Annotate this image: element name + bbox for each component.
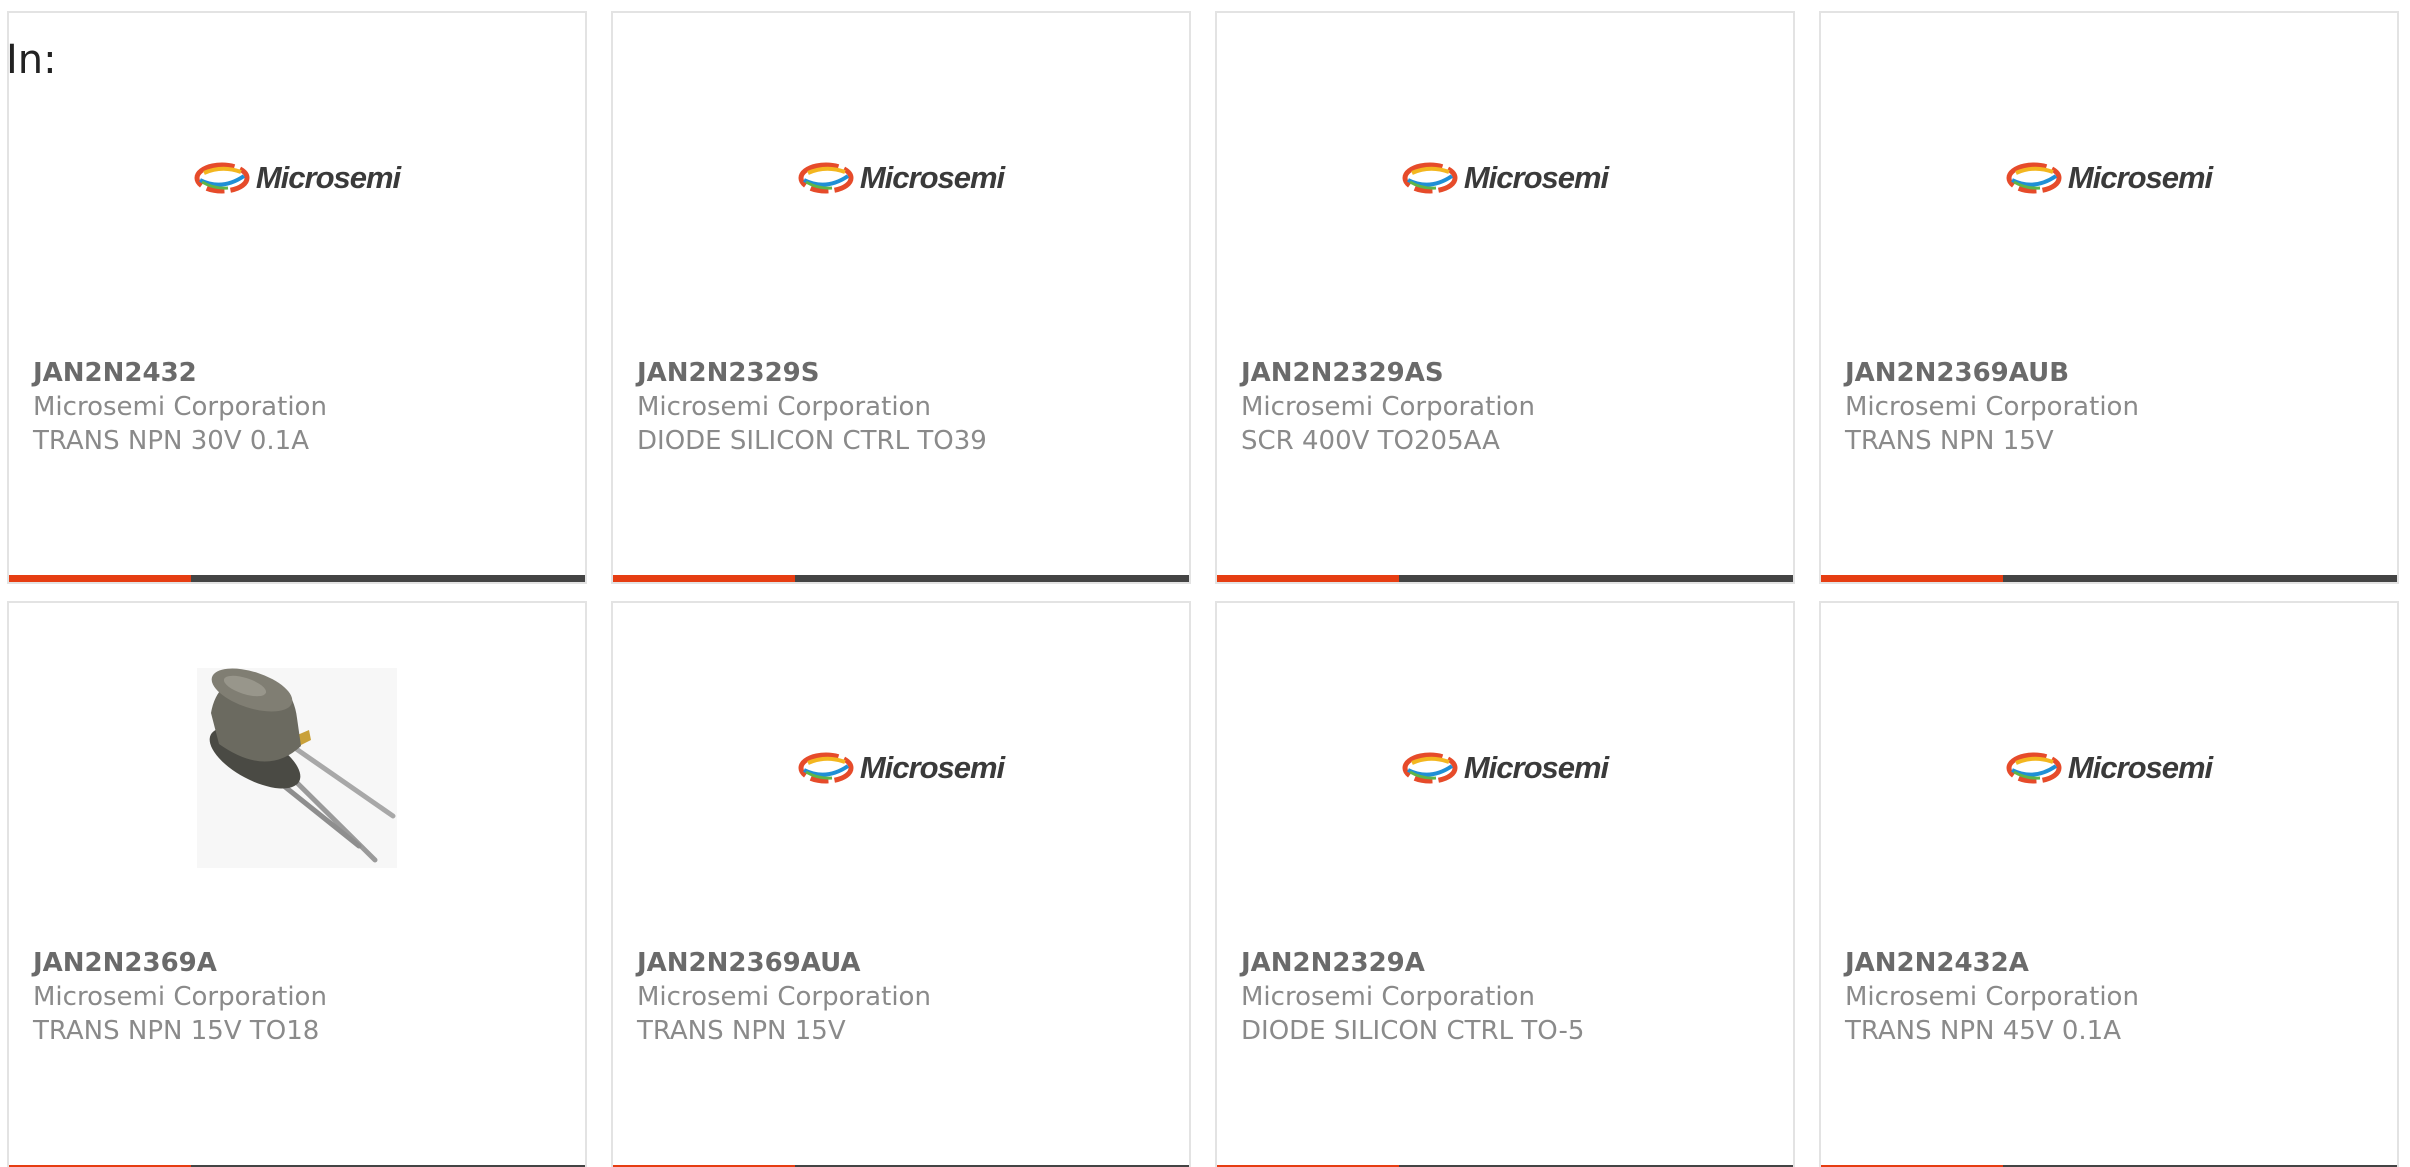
microsemi-swoosh-icon bbox=[1402, 162, 1458, 194]
part-number[interactable]: JAN2N2369AUA bbox=[637, 946, 1169, 980]
product-card[interactable]: JAN2N2369A Microsemi Corporation TRANS N… bbox=[7, 601, 587, 1167]
microsemi-logo: Microsemi bbox=[2006, 750, 2213, 786]
product-info: JAN2N2329S Microsemi Corporation DIODE S… bbox=[637, 356, 1169, 458]
product-info: JAN2N2369AUA Microsemi Corporation TRANS… bbox=[637, 946, 1169, 1048]
card-footer-bar bbox=[1217, 575, 1793, 582]
microsemi-logo: Microsemi bbox=[1402, 750, 1609, 786]
product-description: TRANS NPN 45V 0.1A bbox=[1845, 1016, 2122, 1046]
product-card[interactable]: Microsemi JAN2N2329A Microsemi Corporati… bbox=[1215, 601, 1795, 1167]
microsemi-swoosh-icon bbox=[2006, 752, 2062, 784]
part-number[interactable]: JAN2N2329S bbox=[637, 356, 1169, 390]
manufacturer: Microsemi Corporation bbox=[637, 982, 931, 1012]
microsemi-logo: Microsemi bbox=[1402, 160, 1609, 196]
part-number[interactable]: JAN2N2369AUB bbox=[1845, 356, 2377, 390]
microsemi-logo: Microsemi bbox=[194, 160, 401, 196]
microsemi-swoosh-icon bbox=[1402, 752, 1458, 784]
product-info: JAN2N2432A Microsemi Corporation TRANS N… bbox=[1845, 946, 2377, 1048]
filter-in-label: In: bbox=[6, 37, 57, 83]
product-image[interactable]: Microsemi bbox=[613, 53, 1189, 303]
manufacturer: Microsemi Corporation bbox=[1845, 982, 2139, 1012]
product-info: JAN2N2329AS Microsemi Corporation SCR 40… bbox=[1241, 356, 1773, 458]
part-number[interactable]: JAN2N2329AS bbox=[1241, 356, 1773, 390]
microsemi-swoosh-icon bbox=[798, 752, 854, 784]
product-info: JAN2N2369A Microsemi Corporation TRANS N… bbox=[33, 946, 565, 1048]
microsemi-logo-text: Microsemi bbox=[1463, 750, 1609, 785]
card-footer-bar bbox=[1821, 575, 2397, 582]
microsemi-logo: Microsemi bbox=[2006, 160, 2213, 196]
part-number[interactable]: JAN2N2432 bbox=[33, 356, 565, 390]
product-image[interactable]: Microsemi bbox=[613, 643, 1189, 893]
product-card[interactable]: Microsemi JAN2N2369AUA Microsemi Corpora… bbox=[611, 601, 1191, 1167]
product-card[interactable]: Microsemi JAN2N2329S Microsemi Corporati… bbox=[611, 11, 1191, 584]
manufacturer: Microsemi Corporation bbox=[1845, 392, 2139, 422]
microsemi-logo: Microsemi bbox=[798, 750, 1005, 786]
product-image[interactable]: Microsemi bbox=[1821, 53, 2397, 303]
product-description: DIODE SILICON CTRL TO-5 bbox=[1241, 1016, 1585, 1046]
microsemi-logo-text: Microsemi bbox=[859, 750, 1005, 785]
product-image[interactable]: Microsemi bbox=[1217, 643, 1793, 893]
product-info: JAN2N2369AUB Microsemi Corporation TRANS… bbox=[1845, 356, 2377, 458]
product-image[interactable]: Microsemi bbox=[9, 53, 585, 303]
product-description: TRANS NPN 15V bbox=[637, 1016, 846, 1046]
card-accent-bar bbox=[1821, 575, 2003, 582]
manufacturer: Microsemi Corporation bbox=[1241, 982, 1535, 1012]
card-accent-bar bbox=[1217, 575, 1399, 582]
product-card[interactable]: Microsemi JAN2N2432 Microsemi Corporatio… bbox=[7, 11, 587, 584]
microsemi-swoosh-icon bbox=[798, 162, 854, 194]
card-accent-bar bbox=[9, 575, 191, 582]
product-card[interactable]: Microsemi JAN2N2369AUB Microsemi Corpora… bbox=[1819, 11, 2399, 584]
product-info: JAN2N2329A Microsemi Corporation DIODE S… bbox=[1241, 946, 1773, 1048]
microsemi-swoosh-icon bbox=[194, 162, 250, 194]
product-description: TRANS NPN 30V 0.1A bbox=[33, 426, 310, 456]
microsemi-logo-text: Microsemi bbox=[255, 160, 401, 195]
microsemi-swoosh-icon bbox=[2006, 162, 2062, 194]
product-description: DIODE SILICON CTRL TO39 bbox=[637, 426, 987, 456]
part-number[interactable]: JAN2N2432A bbox=[1845, 946, 2377, 980]
part-number[interactable]: JAN2N2369A bbox=[33, 946, 565, 980]
product-grid: Microsemi JAN2N2432 Microsemi Corporatio… bbox=[7, 11, 2399, 1167]
manufacturer: Microsemi Corporation bbox=[1241, 392, 1535, 422]
card-accent-bar bbox=[613, 575, 795, 582]
product-description: TRANS NPN 15V bbox=[1845, 426, 2054, 456]
product-results-page: Microsemi JAN2N2432 Microsemi Corporatio… bbox=[0, 0, 2410, 1167]
microsemi-logo-text: Microsemi bbox=[2067, 750, 2213, 785]
part-number[interactable]: JAN2N2329A bbox=[1241, 946, 1773, 980]
product-description: TRANS NPN 15V TO18 bbox=[33, 1016, 320, 1046]
microsemi-logo: Microsemi bbox=[798, 160, 1005, 196]
card-footer-bar bbox=[613, 575, 1189, 582]
product-image[interactable]: Microsemi bbox=[1821, 643, 2397, 893]
microsemi-logo-text: Microsemi bbox=[1463, 160, 1609, 195]
manufacturer: Microsemi Corporation bbox=[33, 982, 327, 1012]
to18-transistor-icon bbox=[197, 668, 397, 868]
product-info: JAN2N2432 Microsemi Corporation TRANS NP… bbox=[33, 356, 565, 458]
product-card[interactable]: Microsemi JAN2N2329AS Microsemi Corporat… bbox=[1215, 11, 1795, 584]
product-description: SCR 400V TO205AA bbox=[1241, 426, 1500, 456]
manufacturer: Microsemi Corporation bbox=[33, 392, 327, 422]
product-card[interactable]: Microsemi JAN2N2432A Microsemi Corporati… bbox=[1819, 601, 2399, 1167]
product-image[interactable]: Microsemi bbox=[1217, 53, 1793, 303]
card-footer-bar bbox=[9, 575, 585, 582]
manufacturer: Microsemi Corporation bbox=[637, 392, 931, 422]
product-image[interactable] bbox=[9, 643, 585, 893]
microsemi-logo-text: Microsemi bbox=[2067, 160, 2213, 195]
microsemi-logo-text: Microsemi bbox=[859, 160, 1005, 195]
